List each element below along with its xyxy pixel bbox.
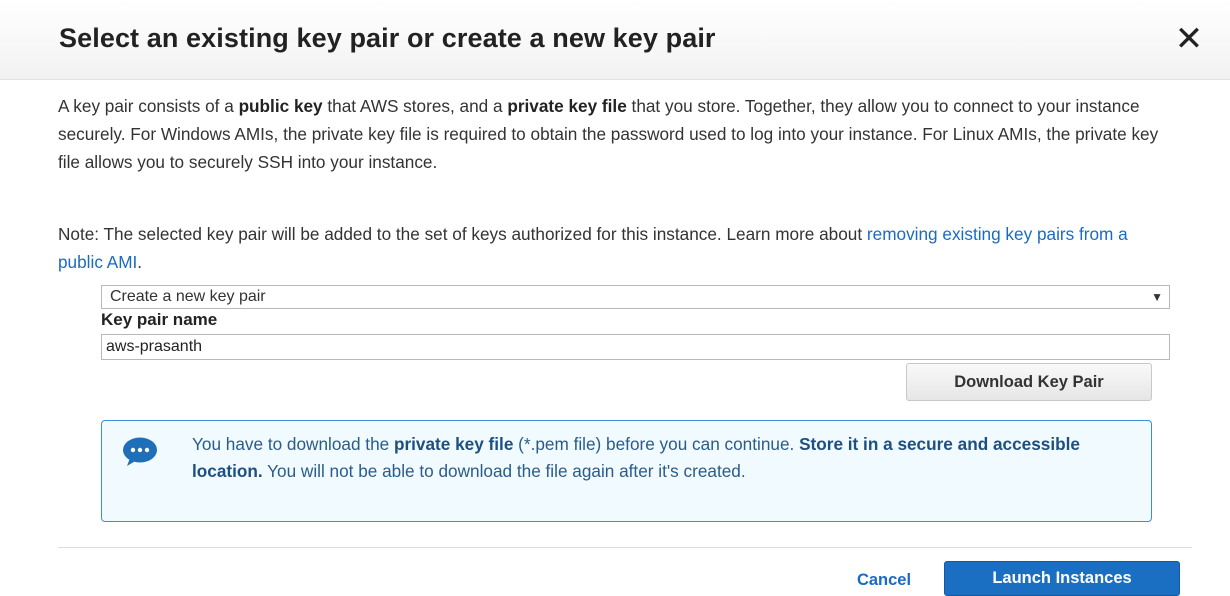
note-text-end: . bbox=[137, 252, 143, 272]
key-pair-description: A key pair consists of a public key that… bbox=[58, 92, 1168, 176]
dialog-title: Select an existing key pair or create a … bbox=[59, 23, 716, 53]
description-text: A key pair consists of a bbox=[58, 96, 239, 116]
key-pair-name-input[interactable] bbox=[101, 334, 1170, 360]
info-text: You have to download the bbox=[192, 434, 394, 454]
dialog-header: Select an existing key pair or create a … bbox=[0, 0, 1230, 80]
close-icon[interactable]: ✕ bbox=[1172, 22, 1206, 56]
key-pair-select[interactable]: Create a new key pair ▼ bbox=[101, 285, 1170, 309]
chat-bubble-ellipsis-icon bbox=[123, 437, 157, 466]
info-text: (*.pem file) before you can continue. bbox=[513, 434, 800, 454]
info-text: You will not be able to download the fil… bbox=[262, 461, 746, 481]
key-pair-name-label: Key pair name bbox=[101, 310, 218, 329]
description-bold-private-key-file: private key file bbox=[507, 96, 627, 116]
info-bold-private-key-file: private key file bbox=[393, 434, 514, 454]
info-message: You have to download the private key fil… bbox=[192, 431, 1142, 485]
key-pair-note: Note: The selected key pair will be adde… bbox=[58, 220, 1168, 276]
description-text: that AWS stores, and a bbox=[322, 96, 508, 116]
description-bold-public-key: public key bbox=[238, 96, 323, 116]
dropdown-arrow-icon: ▼ bbox=[1151, 290, 1163, 304]
footer-divider bbox=[58, 547, 1192, 548]
info-alert: You have to download the private key fil… bbox=[101, 420, 1152, 522]
key-pair-select-value: Create a new key pair bbox=[110, 288, 266, 305]
note-text: Note: The selected key pair will be adde… bbox=[58, 224, 867, 244]
download-key-pair-button[interactable]: Download Key Pair bbox=[906, 363, 1152, 401]
launch-instances-button[interactable]: Launch Instances bbox=[944, 561, 1180, 596]
cancel-button[interactable]: Cancel bbox=[838, 566, 930, 594]
